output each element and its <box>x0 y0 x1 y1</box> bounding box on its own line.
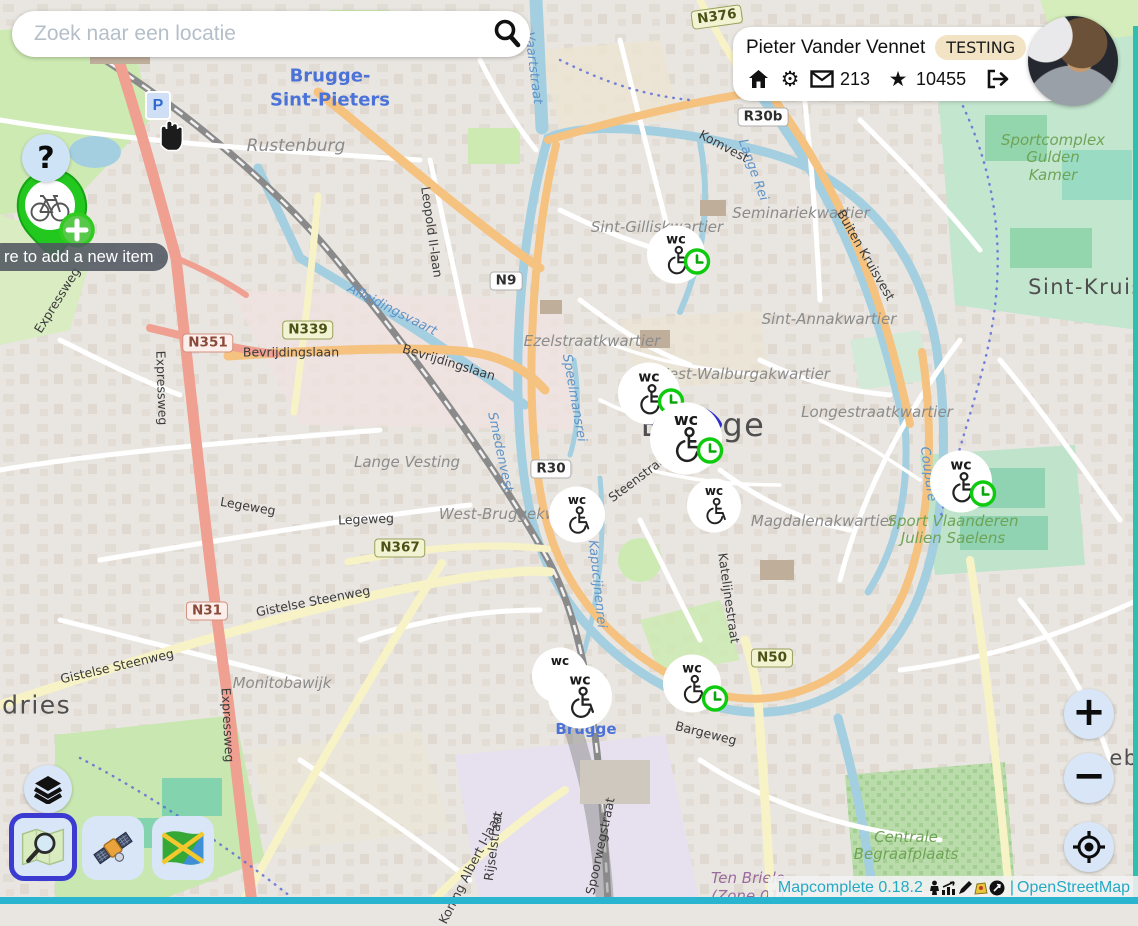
wc-label: wc <box>705 484 723 498</box>
toilet-marker[interactable]: wc <box>632 211 720 304</box>
toilet-marker[interactable]: wc <box>533 650 627 749</box>
stats-icon <box>941 881 957 896</box>
wc-label: wc <box>568 493 586 507</box>
pencil-icon <box>957 880 973 896</box>
background-option-osm[interactable] <box>9 813 77 881</box>
wc-label: wc <box>682 661 702 676</box>
user-avatar[interactable] <box>1028 16 1118 106</box>
user-name: Pieter Vander Vennet <box>746 37 925 59</box>
wc-label: wc <box>569 672 590 688</box>
layers-icon <box>32 774 64 804</box>
toilet-marker[interactable]: wc <box>915 436 1007 533</box>
tooltip-text: re to add a new item <box>4 248 154 267</box>
wc-label: wc <box>638 370 659 386</box>
changesets-count: 10455 <box>916 69 966 90</box>
wc-label: wc <box>950 458 971 474</box>
bottom-accent-bar <box>0 897 1138 904</box>
toilet-marker[interactable]: wc <box>534 472 620 563</box>
community-icon <box>973 881 989 896</box>
openstreetmap-link[interactable]: OpenStreetMap <box>1017 879 1130 897</box>
wc-label: wc <box>674 410 698 429</box>
opening-hours-clock-badge <box>972 482 995 505</box>
osm-copyright-icon <box>989 880 1005 896</box>
wc-label: wc <box>666 232 686 247</box>
zoom-out-button[interactable]: − <box>1064 753 1114 803</box>
star-icon: ★ <box>886 67 910 91</box>
toilet-marker[interactable]: wc <box>672 464 756 553</box>
gear-icon[interactable]: ⚙ <box>778 67 802 91</box>
background-switcher <box>12 816 214 880</box>
statue-icon <box>928 880 941 896</box>
layers-button[interactable] <box>24 765 72 813</box>
opening-hours-clock-badge <box>699 439 722 462</box>
background-option-satellite[interactable] <box>82 816 144 880</box>
search-icon <box>490 17 524 51</box>
opening-hours-clock-badge <box>686 250 709 273</box>
satellite-icon <box>88 825 138 871</box>
zoom-in-button[interactable]: + <box>1064 689 1114 739</box>
messages-count: 213 <box>840 69 870 90</box>
mapcomplete-version-link[interactable]: Mapcomplete 0.18.2 <box>778 879 923 897</box>
home-icon[interactable] <box>746 67 770 91</box>
help-button[interactable]: ? <box>22 134 70 182</box>
search-button[interactable] <box>484 11 530 57</box>
background-option-map[interactable] <box>152 816 214 880</box>
search-input[interactable] <box>32 21 484 47</box>
osm-map-icon <box>18 824 68 870</box>
right-accent-bar <box>1133 26 1138 904</box>
add-item-tooltip: re to add a new item <box>0 243 168 271</box>
messages-icon[interactable] <box>810 67 834 91</box>
hand-cursor-icon <box>152 115 188 160</box>
logout-icon[interactable] <box>986 67 1010 91</box>
testing-badge: TESTING <box>935 35 1026 60</box>
opening-hours-clock-badge <box>704 687 727 710</box>
location-search-bar <box>12 11 530 57</box>
flag-map-icon <box>158 825 208 871</box>
geolocate-button[interactable] <box>1064 822 1114 872</box>
toilet-marker[interactable]: wc <box>648 640 736 733</box>
attribution-separator: | <box>1010 879 1014 897</box>
attribution-icons <box>928 880 1005 896</box>
crosshair-icon <box>1072 830 1106 864</box>
